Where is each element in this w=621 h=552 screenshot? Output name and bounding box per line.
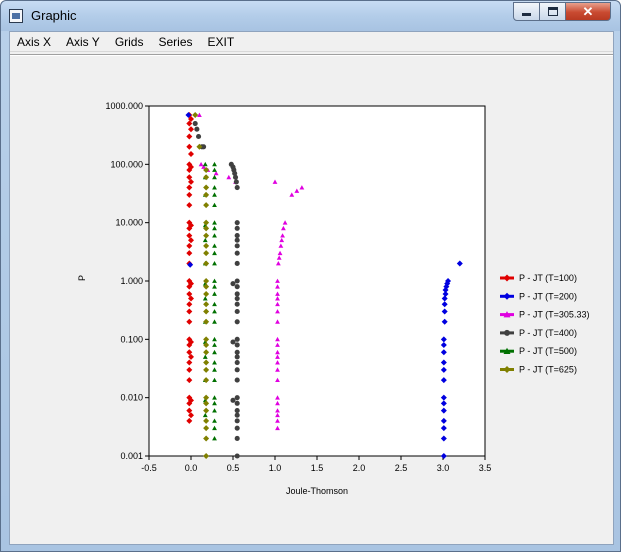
x-axis-label: Joule-Thomson bbox=[286, 486, 348, 496]
y-tick-label: 0.001 bbox=[120, 451, 143, 461]
x-tick-label: 1.5 bbox=[311, 463, 324, 473]
data-point bbox=[234, 260, 240, 266]
y-tick-label: 0.100 bbox=[120, 334, 143, 344]
data-point bbox=[234, 435, 240, 441]
data-point bbox=[230, 281, 236, 287]
data-point bbox=[234, 301, 240, 307]
close-icon: ✕ bbox=[582, 3, 594, 19]
x-tick-label: 3.0 bbox=[437, 463, 450, 473]
plot-area: 0.001 0.010 0.100 1.000 10.000 100.000 1000.00… bbox=[10, 56, 613, 544]
data-point bbox=[233, 179, 239, 185]
data-point bbox=[234, 349, 240, 355]
menu-grids[interactable]: Grids bbox=[108, 32, 152, 52]
data-point bbox=[234, 225, 240, 231]
plot-frame bbox=[148, 105, 486, 457]
menu-axis-x[interactable]: Axis X bbox=[10, 32, 59, 52]
legend-marker bbox=[504, 329, 510, 336]
menu-exit[interactable]: EXIT bbox=[201, 32, 243, 52]
data-point bbox=[192, 121, 198, 127]
data-point bbox=[234, 184, 240, 191]
client-area: Axis X Axis Y Grids Series EXIT 0.001 0.0… bbox=[9, 31, 614, 545]
x-tick-label: 3.5 bbox=[479, 463, 492, 473]
maximize-button[interactable] bbox=[539, 2, 566, 21]
minimize-button[interactable] bbox=[513, 2, 540, 21]
data-point bbox=[234, 359, 240, 366]
data-point bbox=[234, 342, 240, 348]
data-point bbox=[234, 250, 240, 256]
x-tick-label: 2.5 bbox=[395, 463, 408, 473]
window-title: Graphic bbox=[31, 8, 77, 23]
data-point bbox=[234, 336, 240, 342]
data-point bbox=[234, 377, 240, 383]
data-point bbox=[234, 278, 240, 284]
data-point bbox=[234, 412, 240, 418]
legend-label: P - JT (T=625) bbox=[519, 365, 577, 375]
y-tick-label: 1000.000 bbox=[105, 101, 143, 111]
x-tick-label: 1.0 bbox=[269, 463, 282, 473]
legend-label: P - JT (T=100) bbox=[519, 273, 577, 283]
legend-label: P - JT (T=200) bbox=[519, 291, 577, 301]
data-point bbox=[234, 284, 240, 290]
close-button[interactable]: ✕ bbox=[565, 2, 611, 21]
data-point bbox=[234, 291, 240, 297]
minimize-icon bbox=[522, 13, 531, 16]
data-point bbox=[234, 243, 240, 249]
legend-label: P - JT (T=305.33) bbox=[519, 310, 589, 320]
data-point bbox=[196, 133, 202, 140]
data-point bbox=[232, 174, 239, 180]
data-point bbox=[234, 296, 240, 302]
y-tick-label: 100.000 bbox=[110, 159, 143, 169]
data-point bbox=[234, 233, 240, 239]
app-window: Graphic ✕ Axis X Axis Y Grids Series EXI… bbox=[0, 0, 621, 552]
y-tick-label: 1.000 bbox=[120, 276, 143, 286]
data-point bbox=[234, 367, 240, 373]
scatter-chart: 0.001 0.010 0.100 1.000 10.000 100.000 1000.00… bbox=[10, 56, 613, 544]
y-axis-label: P bbox=[77, 275, 87, 281]
title-bar[interactable]: Graphic ✕ bbox=[1, 1, 620, 31]
data-point bbox=[230, 339, 236, 345]
data-point bbox=[234, 308, 240, 315]
x-tick-label: 2.0 bbox=[353, 463, 366, 473]
legend-label: P - JT (T=500) bbox=[519, 346, 577, 356]
maximize-icon bbox=[547, 7, 558, 16]
x-tick-label: 0.5 bbox=[227, 463, 240, 473]
y-tick-label: 0.010 bbox=[120, 393, 143, 403]
data-point bbox=[234, 319, 240, 325]
data-point bbox=[234, 400, 240, 406]
data-point bbox=[234, 418, 240, 424]
data-point bbox=[234, 220, 240, 226]
data-point bbox=[230, 397, 236, 403]
data-point bbox=[234, 354, 240, 360]
x-tick-label: 0.0 bbox=[185, 463, 198, 473]
menu-bar: Axis X Axis Y Grids Series EXIT bbox=[10, 32, 613, 52]
menu-axis-y[interactable]: Axis Y bbox=[59, 32, 108, 52]
data-point bbox=[194, 126, 200, 132]
menu-series[interactable]: Series bbox=[151, 32, 200, 52]
data-point bbox=[234, 425, 240, 431]
data-point bbox=[234, 237, 240, 243]
data-point bbox=[234, 453, 240, 459]
data-point bbox=[234, 408, 240, 414]
app-window-icon[interactable] bbox=[9, 9, 23, 23]
y-tick-label: 10.000 bbox=[115, 218, 143, 228]
legend-label: P - JT (T=400) bbox=[519, 328, 577, 338]
data-point bbox=[234, 395, 240, 401]
x-tick-label: -0.5 bbox=[141, 463, 157, 473]
